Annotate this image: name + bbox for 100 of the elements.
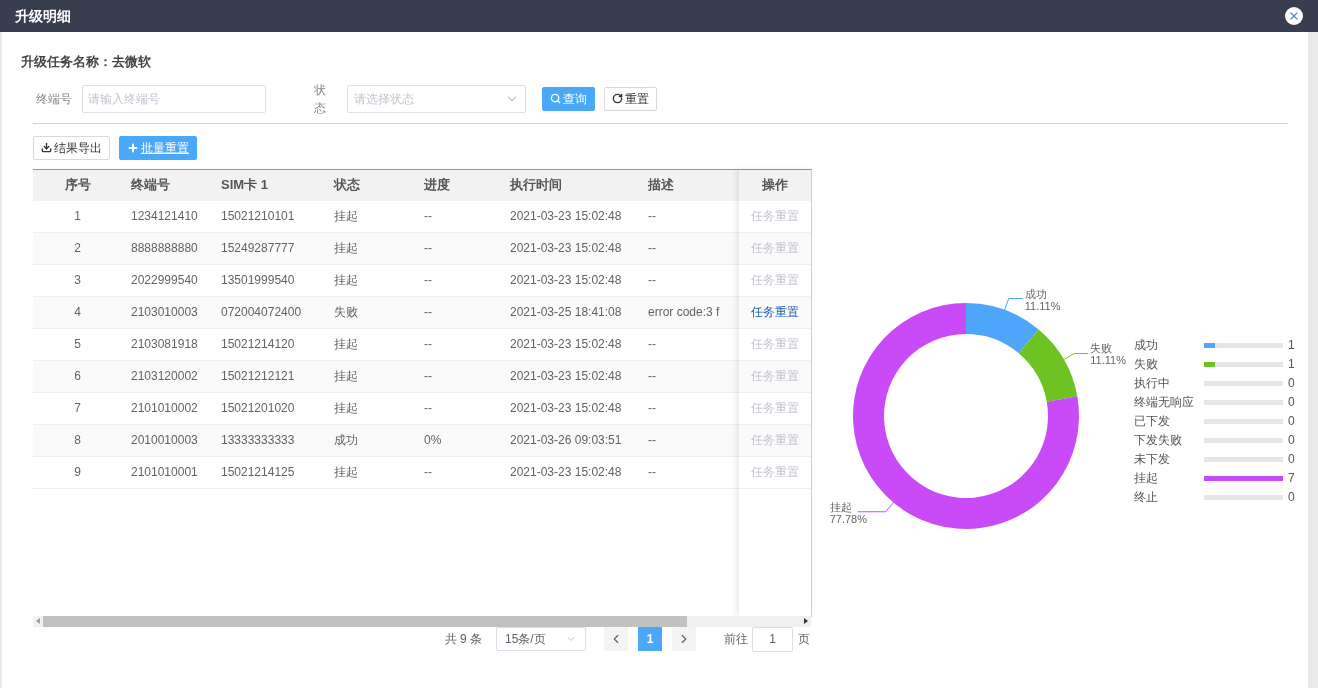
table-cell-text: 9 <box>73 464 82 481</box>
table-cell-text: 挂起 <box>333 368 359 385</box>
table-cell-text: 1234121410 <box>130 208 199 225</box>
table-cell-text: -- <box>647 240 657 257</box>
legend-label: 终端无响应 <box>1134 395 1195 409</box>
task-name-value: 去微软 <box>112 53 151 71</box>
table-cell-text: -- <box>647 336 657 353</box>
table-cell-text: -- <box>423 464 433 481</box>
table-cell-text: -- <box>423 304 433 321</box>
goto-suffix: 页 <box>798 631 810 648</box>
table-cell-text: -- <box>423 208 433 225</box>
leader-line <box>1061 352 1089 361</box>
table-cell-text: 挂起 <box>333 336 359 353</box>
table-cell-text: 3 <box>73 272 82 289</box>
table-cell-text: 8888888880 <box>130 240 199 257</box>
legend-count: 0 <box>1288 413 1295 430</box>
slice-percent: 11.11% <box>1024 299 1061 312</box>
page-size-select[interactable]: 15条/页 <box>496 627 586 651</box>
table-cell-text: 2103081918 <box>130 336 199 353</box>
prev-page-button[interactable] <box>604 627 628 651</box>
legend-label: 未下发 <box>1134 452 1171 466</box>
table-cell-text: 2021-03-25 18:41:08 <box>509 304 623 321</box>
legend-label: 执行中 <box>1134 376 1171 390</box>
table-cell-text: 2103010003 <box>130 304 199 321</box>
slice-label: 挂起 <box>829 500 852 513</box>
column-header: 描述 <box>647 176 675 195</box>
table-cell-text: 15021201020 <box>220 400 296 417</box>
reset-button[interactable]: 重置 <box>604 86 657 111</box>
table-cell-text: 挂起 <box>333 400 359 417</box>
refresh-icon <box>612 93 623 104</box>
table-cell-text: 2010010003 <box>130 432 199 449</box>
table-cell-text: 2021-03-23 15:02:48 <box>509 240 623 257</box>
table-cell-text: 2021-03-23 15:02:48 <box>509 336 623 353</box>
table-cell-text: 13333333333 <box>220 432 296 449</box>
table-cell-text: -- <box>423 272 433 289</box>
search-button[interactable]: 查询 <box>542 86 595 111</box>
table-cell-text: -- <box>647 464 657 481</box>
table-cell-text: -- <box>423 368 433 385</box>
table-cell-text: -- <box>423 400 433 417</box>
download-icon <box>41 142 52 153</box>
next-page-button[interactable] <box>672 627 696 651</box>
table-cell-text: 2 <box>73 240 82 257</box>
table-cell-text: 2021-03-23 15:02:48 <box>509 208 623 225</box>
batch-reset-button[interactable]: 批量重置 <box>119 135 197 160</box>
horizontal-scrollbar[interactable] <box>33 615 811 627</box>
table-cell-text: 15021212121 <box>220 368 296 385</box>
column-header: 序号 <box>63 176 92 195</box>
table-cell-text: 失败 <box>333 304 359 321</box>
table-cell-text: 成功 <box>333 432 359 449</box>
scrollbar-thumb[interactable] <box>43 615 688 627</box>
leader-line <box>857 500 896 512</box>
table-cell-text: 8 <box>73 432 82 449</box>
column-header: 操作 <box>739 169 811 201</box>
legend-label: 成功 <box>1134 338 1159 352</box>
column-header: 状态 <box>332 176 361 195</box>
table-cell-text: 0% <box>423 432 443 449</box>
table-cell-text: 2101010001 <box>130 464 199 481</box>
export-button[interactable]: 结果导出 <box>33 135 110 160</box>
table-cell-text: 15021210101 <box>220 208 296 225</box>
table-cell-text: 2021-03-23 15:02:48 <box>509 464 623 481</box>
table-cell-text: 挂起 <box>333 208 359 225</box>
slice-percent: 77.78% <box>829 512 867 525</box>
filter-label: 终端号 <box>36 90 72 108</box>
table-cell-text: -- <box>647 208 657 225</box>
slice-label: 失败 <box>1090 342 1113 354</box>
legend-label: 挂起 <box>1134 471 1159 485</box>
legend-label: 终止 <box>1134 490 1159 504</box>
table-cell-text: 072004072400 <box>220 304 303 321</box>
legend-count: 1 <box>1288 337 1295 354</box>
scroll-right-icon <box>804 618 808 624</box>
dialog-title: 升级明细 <box>15 6 71 26</box>
table-cell-text: 挂起 <box>333 272 359 289</box>
terminal-input[interactable]: 请输入终端号 <box>82 84 266 113</box>
plus-icon <box>127 141 139 154</box>
table-cell-text: 2021-03-23 15:02:48 <box>509 272 623 289</box>
legend-label: 下发失败 <box>1134 433 1183 447</box>
table-cell-text: 2103120002 <box>130 368 199 385</box>
table-cell-text: -- <box>647 400 657 417</box>
table-cell-text: 2022999540 <box>130 272 199 289</box>
table-cell-text: 2021-03-23 15:02:48 <box>509 368 623 385</box>
legend-label: 失败 <box>1134 357 1159 371</box>
table-cell-text: -- <box>423 336 433 353</box>
leader-line <box>1003 297 1024 312</box>
search-icon <box>550 93 561 104</box>
page-input[interactable]: 1 <box>752 626 793 652</box>
table-cell-text: 15249287777 <box>220 240 296 257</box>
table-cell-text: 2021-03-23 15:02:48 <box>509 400 623 417</box>
column-header: 执行时间 <box>509 176 563 195</box>
table-cell-text: 2021-03-26 09:03:51 <box>509 432 623 449</box>
legend-count: 0 <box>1288 375 1295 392</box>
table-cell-text: error code:3 f <box>647 304 721 321</box>
legend-count: 0 <box>1288 489 1295 506</box>
table-cell-text: 2101010002 <box>130 400 199 417</box>
status-select[interactable]: 请选择状态 <box>347 84 526 113</box>
close-button[interactable] <box>1285 7 1303 25</box>
page-button[interactable]: 1 <box>638 627 662 651</box>
goto-label: 前往 <box>724 631 748 648</box>
legend-count: 0 <box>1288 394 1295 411</box>
legend-count: 1 <box>1288 356 1295 373</box>
legend-count: 0 <box>1288 432 1295 449</box>
